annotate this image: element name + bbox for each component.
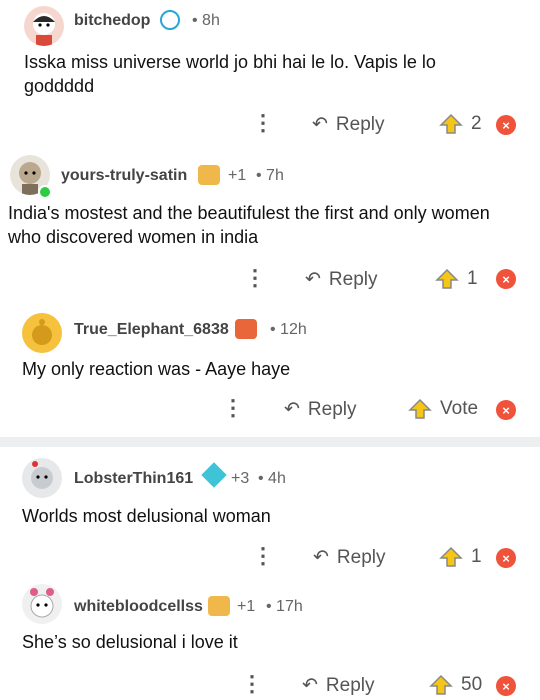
comment-5: whitebloodcellss +1 • 17h She’s so delus… (0, 578, 540, 700)
award-icon (235, 319, 257, 339)
upvote-icon (435, 268, 459, 289)
more-vertical-icon[interactable]: ⋮ (244, 267, 266, 289)
username[interactable]: bitchedop (74, 12, 150, 30)
close-icon[interactable]: × (496, 400, 516, 420)
upvote-icon (408, 398, 432, 419)
timestamp: • 4h (258, 470, 286, 487)
reply-arrow-icon: ↶ (313, 547, 329, 568)
comment-2: yours-truly-satin +1 • 7h India's mostes… (0, 145, 540, 290)
thread-separator (0, 437, 540, 447)
karma: +1 (237, 598, 256, 615)
more-vertical-icon[interactable]: ⋮ (222, 397, 244, 419)
avatar[interactable] (22, 458, 62, 498)
comment-body: Worlds most delusional woman (22, 506, 271, 526)
reply-button[interactable]: ↶ Reply (313, 546, 386, 569)
reply-arrow-icon: ↶ (312, 114, 328, 135)
username[interactable]: whitebloodcellss (74, 598, 203, 616)
avatar-icon (33, 13, 55, 46)
comment-1: bitchedop • 8h Isska miss universe world… (0, 0, 540, 145)
timestamp: • 12h (270, 321, 307, 338)
upvote-button[interactable]: 2 (439, 113, 482, 135)
diamond-icon (201, 462, 227, 488)
avatar-icon (32, 319, 52, 345)
avatar[interactable] (24, 6, 64, 46)
upvote-icon (439, 546, 463, 567)
badge-icon (160, 10, 180, 30)
vote-count: 1 (471, 546, 482, 567)
reply-arrow-icon: ↶ (305, 269, 321, 290)
comment-body: My only reaction was - Aaye haye (22, 359, 291, 379)
karma: +3 (231, 470, 250, 487)
upvote-button[interactable]: 1 (439, 546, 482, 568)
upvote-icon (429, 674, 453, 695)
vote-count: 50 (461, 674, 483, 695)
avatar[interactable] (22, 313, 62, 353)
reply-button[interactable]: ↶ Reply (305, 268, 378, 291)
more-vertical-icon[interactable]: ⋮ (252, 112, 274, 134)
reply-arrow-icon: ↶ (284, 399, 300, 420)
award-icon (208, 596, 230, 616)
comment-body: Isska miss universe world jo bhi hai le … (24, 52, 436, 96)
upvote-button[interactable]: Vote (408, 398, 478, 420)
avatar-icon (31, 461, 53, 489)
vote-count: 2 (471, 113, 482, 134)
comment-4: LobsterThin161 +3 • 4h Worlds most delus… (0, 448, 540, 578)
avatar-icon (30, 588, 54, 618)
upvote-button[interactable]: 50 (429, 674, 482, 696)
timestamp: • 8h (192, 12, 220, 29)
vote-count: 1 (467, 268, 478, 289)
username[interactable]: yours-truly-satin (61, 167, 187, 185)
timestamp: • 7h (256, 167, 284, 184)
reply-button[interactable]: ↶ Reply (284, 398, 357, 421)
close-icon[interactable]: × (496, 548, 516, 568)
more-vertical-icon[interactable]: ⋮ (252, 545, 274, 567)
reply-button[interactable]: ↶ Reply (302, 674, 375, 697)
comment-body: India's mostest and the beautifulest the… (8, 203, 490, 247)
karma: +1 (228, 167, 247, 184)
reply-button[interactable]: ↶ Reply (312, 113, 385, 136)
reply-arrow-icon: ↶ (302, 675, 318, 696)
online-indicator (38, 185, 52, 199)
username[interactable]: True_Elephant_6838 (74, 321, 229, 339)
close-icon[interactable]: × (496, 676, 516, 696)
username[interactable]: LobsterThin161 (74, 470, 193, 488)
upvote-button[interactable]: 1 (435, 268, 478, 290)
award-icon (198, 165, 220, 185)
close-icon[interactable]: × (496, 269, 516, 289)
more-vertical-icon[interactable]: ⋮ (241, 673, 263, 695)
close-icon[interactable]: × (496, 115, 516, 135)
comment-3: True_Elephant_6838 • 12h My only reactio… (0, 305, 540, 435)
upvote-icon (439, 113, 463, 134)
timestamp: • 17h (266, 598, 303, 615)
comment-body: She’s so delusional i love it (22, 632, 238, 652)
vote-count: Vote (440, 398, 479, 419)
avatar[interactable] (22, 584, 62, 624)
